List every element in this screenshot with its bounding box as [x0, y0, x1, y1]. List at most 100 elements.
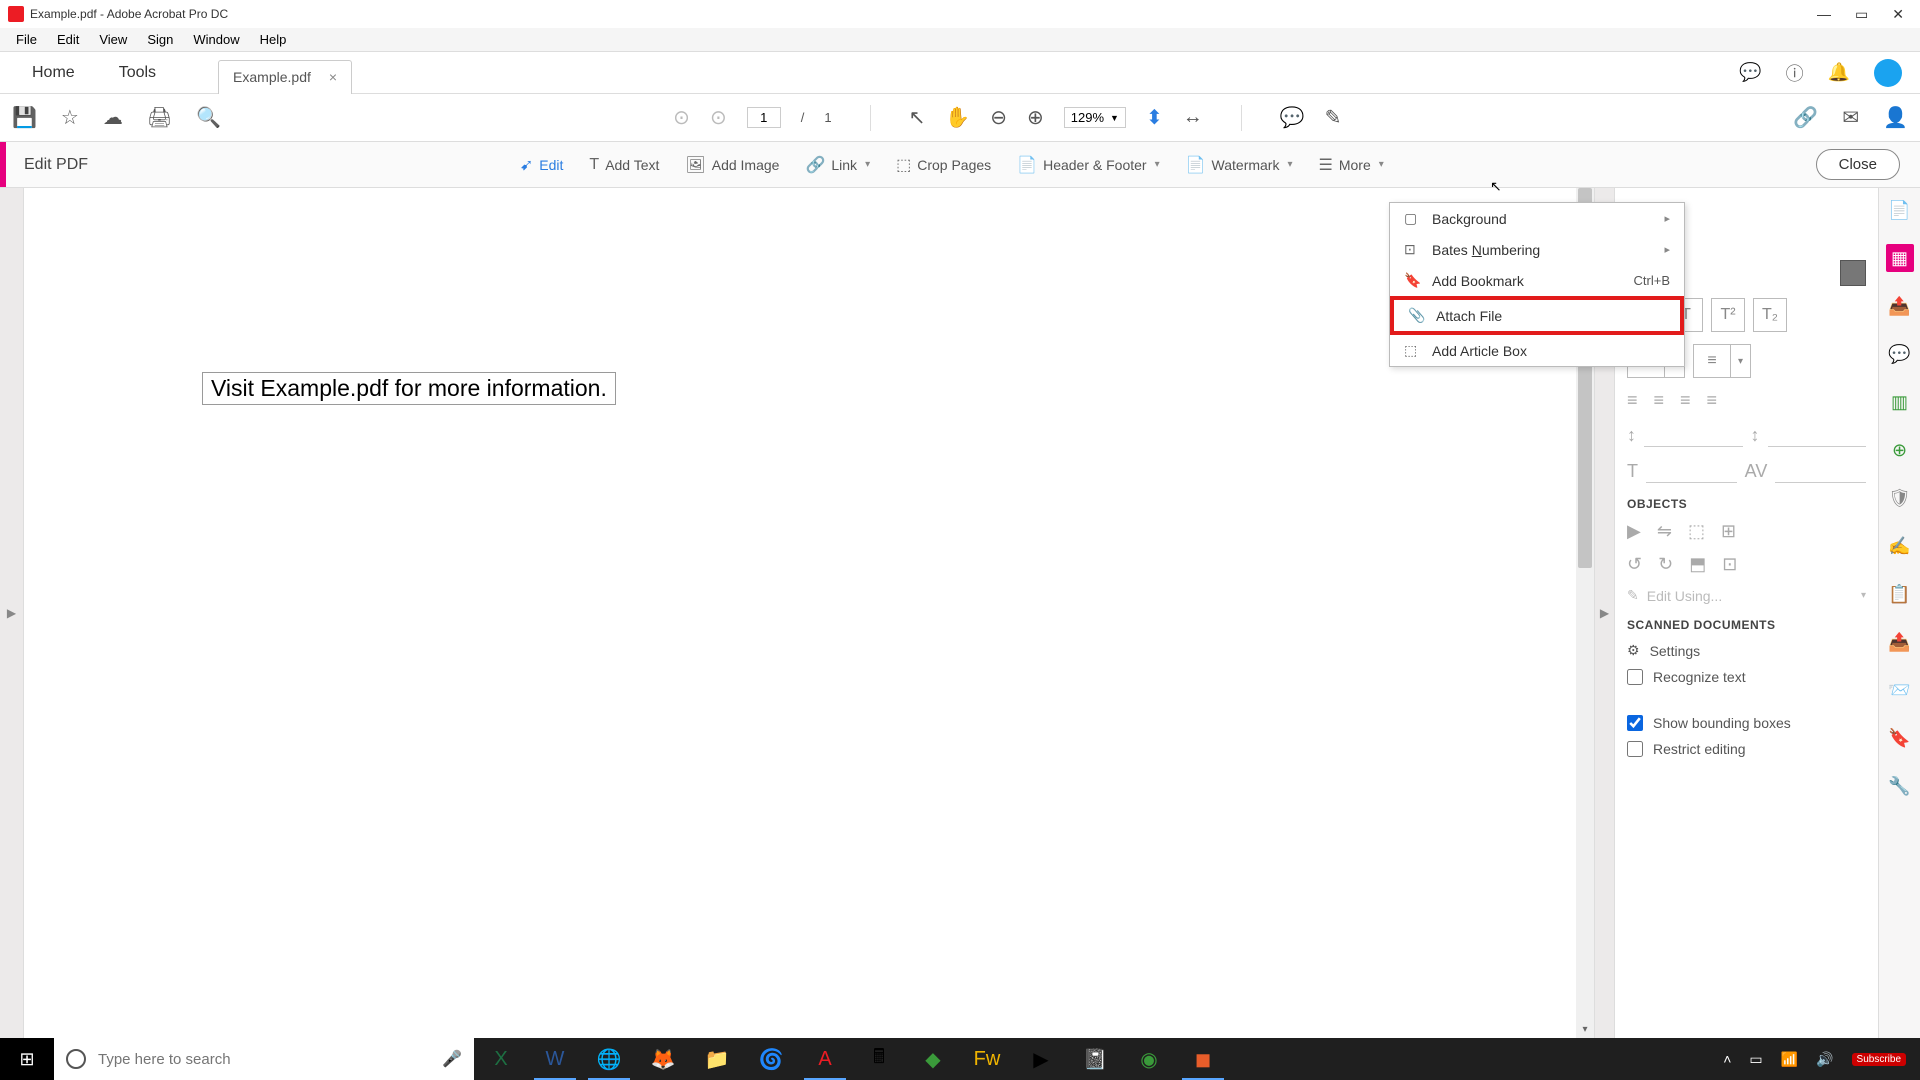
app-chrome[interactable]: 🌐	[582, 1038, 636, 1080]
app-camtasia[interactable]: ◉	[1122, 1038, 1176, 1080]
menu-file[interactable]: File	[6, 32, 47, 47]
document-text-box[interactable]: Visit Example.pdf for more information.	[202, 372, 616, 405]
para-spacing-dd[interactable]	[1768, 423, 1867, 447]
mic-icon[interactable]: 🎤	[442, 1049, 462, 1069]
fill-sign-icon[interactable]: ✍	[1886, 532, 1914, 560]
add-text-tool[interactable]: TAdd Text	[589, 156, 659, 174]
menu-view[interactable]: View	[89, 32, 137, 47]
chat-icon[interactable]: 💬	[1739, 62, 1761, 83]
app-acrobat[interactable]: A	[798, 1038, 852, 1080]
tray-wifi-icon[interactable]: 📶	[1781, 1051, 1798, 1068]
comment-strip-icon[interactable]: 💬	[1886, 340, 1914, 368]
star-icon[interactable]: ☆	[61, 105, 79, 130]
app-word[interactable]: W	[528, 1038, 582, 1080]
line-spacing-dd[interactable]	[1644, 423, 1743, 447]
number-list-dropdown[interactable]: ▾	[1731, 344, 1751, 378]
email-icon[interactable]: ✉	[1842, 105, 1859, 130]
share-icon[interactable]: 👤	[1883, 105, 1908, 130]
maximize-button[interactable]: ▭	[1855, 6, 1868, 23]
print-icon[interactable]: 🖨	[147, 105, 172, 130]
pointer-icon[interactable]: ↖	[909, 105, 926, 130]
app-edge[interactable]: 🌀	[744, 1038, 798, 1080]
flip-h-icon[interactable]: ⇋	[1657, 521, 1672, 542]
close-window-button[interactable]: ✕	[1892, 6, 1904, 23]
menu-help[interactable]: Help	[250, 32, 297, 47]
align-left-icon[interactable]: ≡	[1627, 390, 1638, 411]
save-icon[interactable]: 💾	[12, 105, 37, 130]
tab-file[interactable]: Example.pdf ×	[218, 60, 352, 94]
add-image-tool[interactable]: 🖼Add Image	[685, 155, 779, 175]
comment-icon[interactable]: 💬	[1280, 105, 1305, 130]
subscribe-badge[interactable]: Subscribe	[1852, 1053, 1906, 1066]
zoom-out-icon[interactable]: ⊖	[990, 105, 1007, 130]
edit-tool[interactable]: ➹Edit	[520, 155, 564, 175]
color-swatch[interactable]	[1840, 260, 1866, 286]
avatar[interactable]	[1874, 59, 1902, 87]
zoom-select[interactable]: 129%▼	[1064, 107, 1126, 128]
replace-icon[interactable]: ⬒	[1689, 554, 1706, 575]
close-editbar-button[interactable]: Close	[1816, 149, 1900, 180]
fit-width-icon[interactable]: ↔	[1183, 106, 1203, 129]
watermark-tool[interactable]: 📄Watermark▾	[1186, 155, 1293, 175]
para-spacing-icon[interactable]: ↕	[1751, 425, 1760, 446]
hand-icon[interactable]: ✋	[945, 105, 970, 130]
menu-edit[interactable]: Edit	[47, 32, 89, 47]
document-area[interactable]: Visit Example.pdf for more information. …	[24, 188, 1594, 1038]
app-notepad[interactable]: 📓	[1068, 1038, 1122, 1080]
menu-sign[interactable]: Sign	[137, 32, 183, 47]
scroll-down-icon[interactable]: ▾	[1576, 1020, 1594, 1038]
start-button[interactable]: ⊞	[0, 1038, 54, 1080]
superscript-button[interactable]: T²	[1711, 298, 1745, 332]
align-obj-icon[interactable]: ⊞	[1721, 521, 1736, 542]
prepare-form-icon[interactable]: 📋	[1886, 580, 1914, 608]
tray-volume-icon[interactable]: 🔊	[1816, 1051, 1833, 1068]
menu-window[interactable]: Window	[183, 32, 249, 47]
cloud-icon[interactable]: ☁	[103, 105, 123, 130]
app-calculator[interactable]: 🖩	[852, 1038, 906, 1080]
fit-page-icon[interactable]: ⬍	[1146, 105, 1163, 130]
number-list-button[interactable]: ≡	[1693, 344, 1731, 378]
align-right-icon[interactable]: ≡	[1680, 390, 1691, 411]
play-icon[interactable]: ▶	[1627, 521, 1641, 542]
crop-obj-icon[interactable]: ⬚	[1688, 521, 1705, 542]
line-spacing-icon[interactable]: ↕	[1627, 425, 1636, 446]
send-comments-icon[interactable]: 📨	[1886, 676, 1914, 704]
hscale-icon[interactable]: T	[1627, 461, 1638, 482]
restrict-checkbox[interactable]	[1627, 741, 1643, 757]
app-firefox[interactable]: 🦊	[636, 1038, 690, 1080]
more-article-box[interactable]: ⬚ Add Article Box	[1390, 335, 1684, 366]
page-down-icon[interactable]: ⊙	[710, 105, 727, 130]
tray-up-icon[interactable]: ˄	[1723, 1051, 1731, 1067]
app-media[interactable]: ▶	[1014, 1038, 1068, 1080]
help-icon[interactable]: ⓘ	[1786, 60, 1804, 86]
show-boxes-checkbox[interactable]	[1627, 715, 1643, 731]
edit-pdf-strip-icon[interactable]: ▦	[1886, 244, 1914, 272]
left-pane-toggle[interactable]: ▶	[0, 188, 24, 1038]
export-pdf-icon[interactable]: 📤	[1886, 292, 1914, 320]
link-tool[interactable]: 🔗Link▾	[805, 155, 870, 175]
app-fw[interactable]: Fw	[960, 1038, 1014, 1080]
align-justify-icon[interactable]: ≡	[1707, 390, 1718, 411]
taskbar-search[interactable]: 🎤	[54, 1038, 474, 1080]
char-spacing-dd[interactable]	[1775, 459, 1866, 483]
settings-row[interactable]: ⚙ Settings	[1627, 642, 1866, 659]
rotate-ccw-icon[interactable]: ↺	[1627, 554, 1642, 575]
app-excel[interactable]: X	[474, 1038, 528, 1080]
bell-icon[interactable]: 🔔	[1828, 62, 1850, 83]
char-spacing-icon[interactable]: AV	[1745, 461, 1768, 482]
search-input[interactable]	[98, 1051, 430, 1068]
more-attach-file[interactable]: 📎 Attach File	[1390, 296, 1684, 335]
header-footer-tool[interactable]: 📄Header & Footer▾	[1017, 155, 1159, 175]
page-number-input[interactable]	[747, 107, 781, 128]
highlight-icon[interactable]: ✎	[1325, 105, 1342, 130]
close-tab-icon[interactable]: ×	[329, 69, 337, 85]
app-recorder[interactable]: ◼	[1176, 1038, 1230, 1080]
more-background[interactable]: ▢ Background ▸	[1390, 203, 1684, 234]
attach-icon[interactable]: 🔗	[1793, 105, 1818, 130]
align-center-icon[interactable]: ≡	[1654, 390, 1665, 411]
rotate-cw-icon[interactable]: ↻	[1658, 554, 1673, 575]
protect-icon[interactable]: 🛡	[1886, 484, 1914, 512]
more-bates[interactable]: ⊡ Bates Numbering ▸	[1390, 234, 1684, 265]
arrange-icon[interactable]: ⊡	[1722, 554, 1737, 575]
hscale-dd[interactable]	[1646, 459, 1737, 483]
